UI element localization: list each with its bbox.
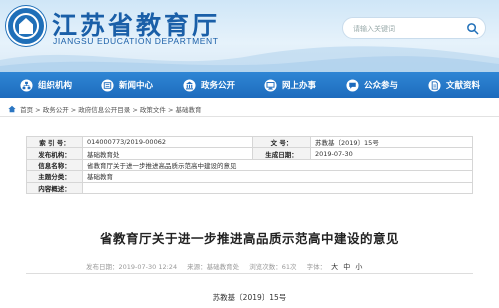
nav-label-public: 公众参与 <box>364 81 399 91</box>
doc-no-value: 苏教基〔2019〕15号 <box>310 135 473 149</box>
nav-item-news[interactable]: 新闻中心 <box>101 72 153 98</box>
site-logo[interactable] <box>6 6 46 46</box>
table-row: 内容概述： <box>26 181 473 194</box>
breadcrumb-divider <box>0 116 499 117</box>
doc-no-label: 文 号： <box>252 135 311 149</box>
subject-label: 主题分类： <box>26 170 83 183</box>
article-doc-number: 苏教基〔2019〕15号 <box>212 293 287 302</box>
breadcrumb: 首页 > 政务公开 > 政府信息公开目录 > 政策文件 > 基础教育 <box>8 104 202 114</box>
search-input[interactable] <box>353 21 461 36</box>
nav-label-docs: 文献资料 <box>446 81 481 91</box>
article-meta: 发布日期：2019-07-30 12:24 来源：基础教育处 浏览次数：61次 … <box>86 261 365 272</box>
article-source: 来源：基础教育处 <box>187 263 240 271</box>
breadcrumb-item-gov[interactable]: 政务公开 <box>43 106 69 114</box>
nav-item-gov[interactable]: 政务公开 <box>183 72 235 98</box>
table-row: 主题分类： 基础教育 <box>26 170 473 183</box>
nav-item-online[interactable]: 网上办事 <box>264 72 316 98</box>
article-title: 省教育厅关于进一步推进高品质示范高中建设的意见 <box>99 231 399 246</box>
site-subtitle: JIANGSU EDUCATION DEPARTMENT <box>53 36 219 46</box>
meta-divider <box>26 273 473 274</box>
header-wave-decoration <box>0 46 499 72</box>
font-size-label: 字体： <box>306 263 327 271</box>
summary-label: 内容概述： <box>26 181 83 194</box>
date-label: 生成日期： <box>252 147 311 160</box>
gov-affairs-icon <box>183 78 196 92</box>
publisher-label: 发布机构： <box>26 147 83 160</box>
breadcrumb-separator: > <box>70 106 77 114</box>
table-row: 索 引 号： 014000773/2019-00062 文 号： 苏教基〔201… <box>26 135 473 149</box>
org-chart-icon <box>20 78 33 92</box>
site-header: 江苏省教育厅 JIANGSU EDUCATION DEPARTMENT <box>0 0 499 72</box>
view-count: 浏览次数：61次 <box>249 263 297 271</box>
name-value: 省教育厅关于进一步推进高品质示范高中建设的意见 <box>82 158 473 172</box>
breadcrumb-item-catalog[interactable]: 政府信息公开目录 <box>78 106 130 114</box>
nav-item-public[interactable]: 公众参与 <box>346 72 398 98</box>
breadcrumb-separator: > <box>132 106 138 114</box>
nav-item-org[interactable]: 组织机构 <box>20 72 72 98</box>
news-icon <box>101 78 114 92</box>
index-label: 索 引 号： <box>26 135 83 149</box>
index-value: 014000773/2019-00062 <box>82 135 253 149</box>
publish-time: 发布日期：2019-07-30 12:24 <box>86 263 178 271</box>
documents-icon <box>428 78 441 92</box>
publisher-value: 基础教育处 <box>82 147 253 160</box>
subject-value: 基础教育 <box>82 170 473 183</box>
date-value: 2019-07-30 <box>310 147 473 160</box>
font-size-small-button[interactable]: 小 <box>355 263 362 271</box>
nav-label-online: 网上办事 <box>282 81 317 91</box>
document-info-table: 索 引 号： 014000773/2019-00062 文 号： 苏教基〔201… <box>26 135 473 194</box>
nav-label-gov: 政务公开 <box>201 81 236 91</box>
table-row: 发布机构： 基础教育处 生成日期： 2019-07-30 <box>26 147 473 160</box>
table-row: 信息名称： 省教育厅关于进一步推进高品质示范高中建设的意见 <box>26 158 473 172</box>
breadcrumb-separator: > <box>167 106 174 114</box>
search-box[interactable] <box>342 17 486 39</box>
breadcrumb-item-basic-edu[interactable]: 基础教育 <box>176 106 202 114</box>
summary-value <box>82 181 473 194</box>
font-size-large-button[interactable]: 大 <box>331 263 338 271</box>
main-nav: 组织机构 新闻中心 政务公开 网上办事 公众参与 文献资料 <box>0 72 499 98</box>
breadcrumb-separator: > <box>35 106 41 114</box>
online-service-icon <box>264 78 277 92</box>
public-participation-icon <box>346 78 359 92</box>
breadcrumb-item-policy[interactable]: 政策文件 <box>140 106 166 114</box>
home-icon[interactable] <box>8 105 16 113</box>
name-label: 信息名称： <box>26 158 83 172</box>
search-icon[interactable] <box>466 22 479 35</box>
breadcrumb-item-home[interactable]: 首页 <box>20 106 33 114</box>
nav-item-docs[interactable]: 文献资料 <box>428 72 480 98</box>
font-size-medium-button[interactable]: 中 <box>343 263 350 271</box>
nav-label-org: 组织机构 <box>38 81 73 91</box>
nav-label-news: 新闻中心 <box>119 81 154 91</box>
